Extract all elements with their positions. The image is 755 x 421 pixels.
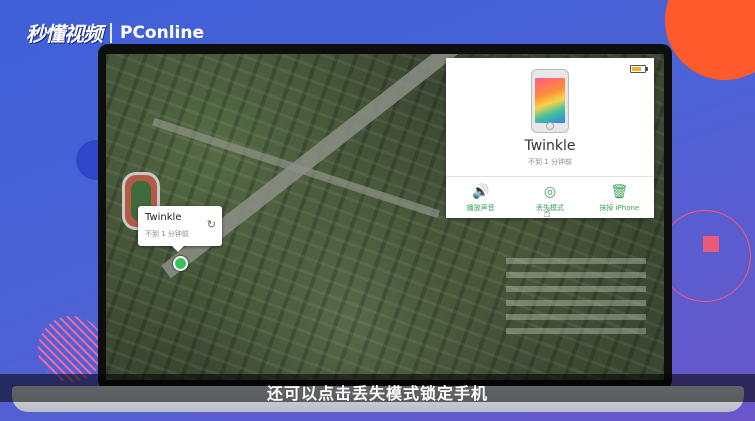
hand-cursor-icon: ☝ bbox=[543, 206, 551, 220]
device-location-popup[interactable]: Twinkle 不到 1 分钟前 ↻ bbox=[138, 206, 222, 252]
battery-icon bbox=[630, 65, 648, 73]
panel-last-seen: 不到 1 分钟前 bbox=[528, 158, 572, 166]
decorative-square bbox=[703, 236, 719, 252]
lost-mode-icon: ◎ bbox=[543, 184, 557, 200]
play-sound-button[interactable]: 🔊 播放声音 bbox=[446, 180, 515, 216]
video-subtitle: 还可以点击丢失模式锁定手机 bbox=[266, 384, 488, 403]
popup-device-name: Twinkle bbox=[145, 212, 182, 223]
panel-divider bbox=[446, 176, 654, 177]
lost-mode-button[interactable]: ◎ 丢失模式 ☝ bbox=[515, 180, 584, 220]
decorative-circle bbox=[665, 0, 755, 80]
erase-iphone-label: 抹掉 iPhone bbox=[599, 204, 640, 212]
iphone-image bbox=[531, 69, 569, 133]
trash-icon: 🗑 bbox=[610, 184, 629, 200]
device-panel: Twinkle 不到 1 分钟前 🔊 播放声音 ◎ 丢失模式 ☝ 🗑 抹掉 iP… bbox=[446, 58, 654, 220]
panel-device-name: Twinkle bbox=[524, 138, 576, 154]
laptop-screen: Twinkle 不到 1 分钟前 ↻ Twinkle 不到 1 分钟前 🔊 播放… bbox=[106, 54, 664, 380]
brand-logo-right: PConline bbox=[120, 22, 205, 43]
play-sound-label: 播放声音 bbox=[466, 204, 495, 212]
decorative-dots bbox=[38, 316, 104, 382]
refresh-icon[interactable]: ↻ bbox=[207, 218, 216, 231]
erase-iphone-button[interactable]: 🗑 抹掉 iPhone bbox=[585, 180, 654, 216]
brand-separator bbox=[110, 22, 112, 43]
panel-actions: 🔊 播放声音 ◎ 丢失模式 ☝ 🗑 抹掉 iPhone bbox=[446, 180, 654, 220]
decorative-ring bbox=[659, 210, 751, 302]
map-buildings bbox=[506, 254, 646, 334]
popup-last-seen: 不到 1 分钟前 bbox=[145, 230, 189, 238]
laptop-frame: Twinkle 不到 1 分钟前 ↻ Twinkle 不到 1 分钟前 🔊 播放… bbox=[98, 44, 672, 390]
brand-logo: 秒懂视频 PConline bbox=[26, 18, 204, 47]
brand-logo-left: 秒懂视频 bbox=[26, 22, 103, 46]
speaker-icon: 🔊 bbox=[471, 184, 490, 200]
location-dot[interactable] bbox=[173, 256, 188, 271]
